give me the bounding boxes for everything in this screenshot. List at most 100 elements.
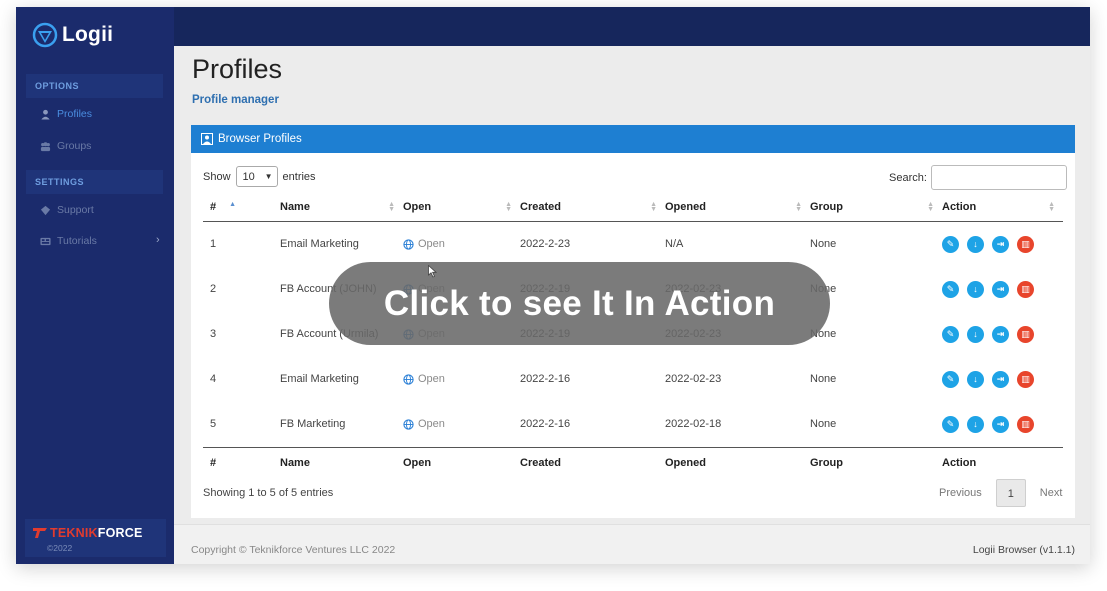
edit-icon[interactable]: ✎ xyxy=(942,235,959,253)
row-actions: ✎ ↓ ⇥ ▥ xyxy=(942,357,1063,402)
search-label: Search: xyxy=(889,171,927,184)
sidebar-item-groups[interactable]: Groups xyxy=(40,137,91,155)
row-num: 4 xyxy=(210,373,217,385)
row-group: None xyxy=(810,373,837,385)
copyright: Copyright © Teknikforce Ventures LLC 202… xyxy=(191,544,396,556)
sidebar-item-tutorials[interactable]: Tutorials xyxy=(40,232,97,250)
open-link[interactable]: Open xyxy=(403,222,520,267)
footer-header-opened: Opened xyxy=(665,446,810,479)
row-open-cell: Open xyxy=(403,402,520,448)
app-name: Logii xyxy=(62,23,114,46)
edit-icon[interactable]: ✎ xyxy=(942,325,959,343)
table-row: 1 Email Marketing Open 2022-2-23 N/A None ✎ ↓ ⇥ ▥ xyxy=(203,221,1063,267)
card-title: Browser Profiles xyxy=(218,133,302,145)
row-num: 2 xyxy=(210,283,217,295)
globe-icon xyxy=(403,373,414,385)
support-icon xyxy=(40,205,51,215)
open-label: Open xyxy=(418,373,445,385)
page-title: Profiles xyxy=(192,54,283,84)
card-header: Browser Profiles xyxy=(191,125,1075,153)
sidebar-item-profiles[interactable]: Profiles xyxy=(40,105,92,123)
row-name: Email Marketing xyxy=(280,373,359,385)
users-icon xyxy=(40,141,51,151)
delete-icon[interactable]: ▥ xyxy=(1017,325,1034,343)
entries-select[interactable]: 10 ▼ xyxy=(235,166,278,187)
brand[interactable]: Logii xyxy=(32,21,113,49)
see-in-action-button[interactable]: Click to see It In Action xyxy=(329,262,830,345)
column-header-open[interactable]: Open ▲ ▼ xyxy=(403,193,520,222)
sidebar-item-label: Groups xyxy=(57,140,92,152)
entries-label: entries xyxy=(282,170,316,183)
video-icon xyxy=(40,237,51,245)
entries-length-control: Show 10 ▼ entries xyxy=(203,166,316,187)
row-opened: 2022-02-23 xyxy=(665,373,722,385)
row-group: None xyxy=(810,238,837,250)
column-header-opened[interactable]: Opened ▲ ▼ xyxy=(665,193,810,222)
download-icon[interactable]: ↓ xyxy=(967,370,984,388)
section-options: OPTIONS xyxy=(26,74,163,98)
sidebar-item-label: Support xyxy=(57,204,94,216)
export-icon[interactable]: ⇥ xyxy=(992,325,1009,343)
profile-card-icon xyxy=(201,133,213,145)
export-icon[interactable]: ⇥ xyxy=(992,280,1009,298)
download-icon[interactable]: ↓ xyxy=(967,235,984,253)
sidebar-item-label: Profiles xyxy=(57,108,93,120)
delete-icon[interactable]: ▥ xyxy=(1017,235,1034,253)
footer-header-num: # xyxy=(203,446,280,479)
sidebar: Logii OPTIONS Profiles Groups SETTINGS S… xyxy=(16,7,174,564)
version: Logii Browser (v1.1.1) xyxy=(972,544,1075,556)
sidebar-item-support[interactable]: Support xyxy=(40,201,94,219)
row-num: 1 xyxy=(210,238,217,250)
search-input[interactable] xyxy=(930,165,1067,190)
open-label: Open xyxy=(418,418,445,430)
teknikforce-wordmark: TEKNIKFORCE xyxy=(50,526,143,540)
edit-icon[interactable]: ✎ xyxy=(942,370,959,388)
column-header-action[interactable]: Action ▲ ▼ xyxy=(942,193,1063,222)
section-settings: SETTINGS xyxy=(26,170,163,194)
edit-icon[interactable]: ✎ xyxy=(942,280,959,298)
delete-icon[interactable]: ▥ xyxy=(1017,280,1034,298)
previous-button[interactable]: Previous xyxy=(925,479,996,507)
delete-icon[interactable]: ▥ xyxy=(1017,370,1034,388)
row-group: None xyxy=(810,328,837,340)
globe-icon xyxy=(403,418,414,430)
row-num: 5 xyxy=(210,418,217,430)
footer-header-action: Action xyxy=(942,446,1063,479)
row-name: FB Marketing xyxy=(280,418,346,430)
open-link[interactable]: Open xyxy=(403,402,520,447)
download-icon[interactable]: ↓ xyxy=(967,325,984,343)
footer-header-name: Name xyxy=(280,446,403,479)
row-actions: ✎ ↓ ⇥ ▥ xyxy=(942,267,1063,312)
column-header-name[interactable]: Name ▲ ▼ xyxy=(280,193,403,222)
column-header-num[interactable]: # ▲ xyxy=(203,193,280,222)
table-header-row: # ▲ Name ▲ ▼ Open ▲ ▼ Created ▲ ▼ Opened ▲ ▼ Grou… xyxy=(203,193,1063,222)
row-opened: 2022-02-18 xyxy=(665,418,722,430)
download-icon[interactable]: ↓ xyxy=(967,280,984,298)
column-header-created[interactable]: Created ▲ ▼ xyxy=(520,193,665,222)
user-icon xyxy=(41,109,50,120)
delete-icon[interactable]: ▥ xyxy=(1017,415,1034,433)
table-footer-row: # Name Open Created Opened Group Action xyxy=(203,446,1063,479)
open-link[interactable]: Open xyxy=(403,357,520,402)
next-button[interactable]: Next xyxy=(1026,479,1077,507)
export-icon[interactable]: ⇥ xyxy=(992,415,1009,433)
sidebar-item-label: Tutorials xyxy=(57,235,97,247)
sort-icon: ▲ ▼ xyxy=(650,201,657,213)
download-icon[interactable]: ↓ xyxy=(967,415,984,433)
search-control: Search: xyxy=(889,165,1067,190)
footer-year: ©2022 xyxy=(47,543,73,553)
row-created: 2022-2-16 xyxy=(520,418,571,430)
row-actions: ✎ ↓ ⇥ ▥ xyxy=(942,221,1063,267)
sort-asc-icon: ▲ xyxy=(229,201,236,208)
mouse-cursor-icon xyxy=(428,265,437,278)
chevron-right-icon[interactable]: › xyxy=(156,234,160,246)
entries-select-value: 10 xyxy=(242,170,255,183)
export-icon[interactable]: ⇥ xyxy=(992,235,1009,253)
footer-brand: TEKNIKFORCE ©2022 xyxy=(25,519,166,557)
export-icon[interactable]: ⇥ xyxy=(992,370,1009,388)
column-header-group[interactable]: Group ▲ ▼ xyxy=(810,193,942,222)
page-1-button[interactable]: 1 xyxy=(995,479,1026,507)
table-row: 5 FB Marketing Open 2022-2-16 2022-02-18 None… xyxy=(203,402,1063,448)
page-footer: Copyright © Teknikforce Ventures LLC 202… xyxy=(174,524,1090,564)
edit-icon[interactable]: ✎ xyxy=(942,415,959,433)
